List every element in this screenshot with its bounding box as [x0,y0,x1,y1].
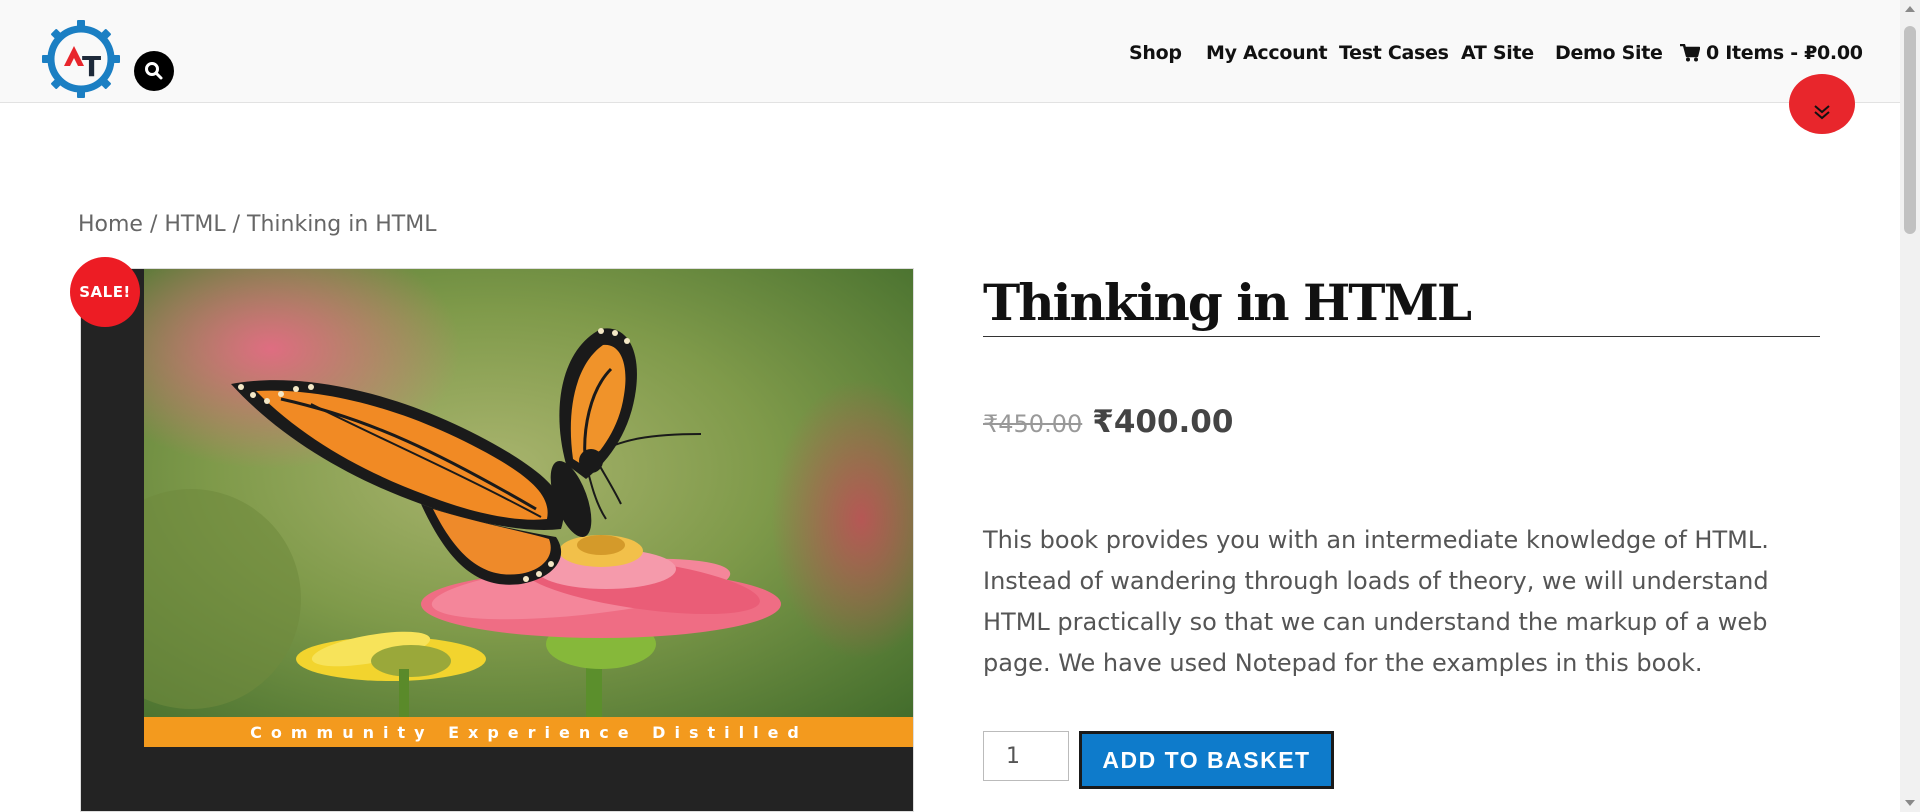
site-header: T Shop My Account Test Cases AT Site Dem… [0,0,1900,103]
cart-icon [1680,44,1700,62]
breadcrumb-separator: / [142,212,165,237]
sale-badge: SALE! [70,257,140,327]
scroll-up-arrow-icon[interactable] [1905,6,1915,12]
product-title: Thinking in HTML [983,273,1820,337]
add-to-basket-button[interactable]: ADD TO BASKET [1079,731,1334,789]
quantity-input[interactable] [983,731,1069,781]
breadcrumb-separator: / [225,212,248,237]
old-price: ₹450.00 [983,410,1083,438]
sale-price: ₹400.00 [1092,404,1234,440]
nav-at-site[interactable]: AT Site [1461,42,1534,64]
product-price: ₹450.00 ₹400.00 [983,404,1233,440]
header-toggle-button[interactable] [1789,74,1855,134]
cart-summary: 0 Items - ₽0.00 [1706,42,1863,64]
nav-my-account[interactable]: My Account [1206,42,1328,64]
cart-link[interactable]: 0 Items - ₽0.00 [1680,42,1863,64]
nav-test-cases[interactable]: Test Cases [1339,42,1449,64]
page-scrollbar[interactable] [1900,0,1920,812]
breadcrumb-home[interactable]: Home [78,212,143,237]
breadcrumb-category[interactable]: HTML [164,212,225,237]
product-image[interactable]: Community Experience Distilled [80,268,914,812]
nav-shop[interactable]: Shop [1129,42,1182,64]
breadcrumb-current: Thinking in HTML [247,212,437,237]
scroll-thumb[interactable] [1904,26,1916,234]
scroll-down-arrow-icon[interactable] [1905,800,1915,806]
cover-band-text: Community Experience Distilled [144,717,913,747]
product-description: This book provides you with an intermedi… [983,526,1769,677]
chevron-double-down-icon [1814,105,1830,120]
nav-demo-site[interactable]: Demo Site [1555,42,1663,64]
main-nav: Shop My Account Test Cases AT Site Demo … [0,0,1900,102]
breadcrumb: Home / HTML / Thinking in HTML [78,212,436,237]
